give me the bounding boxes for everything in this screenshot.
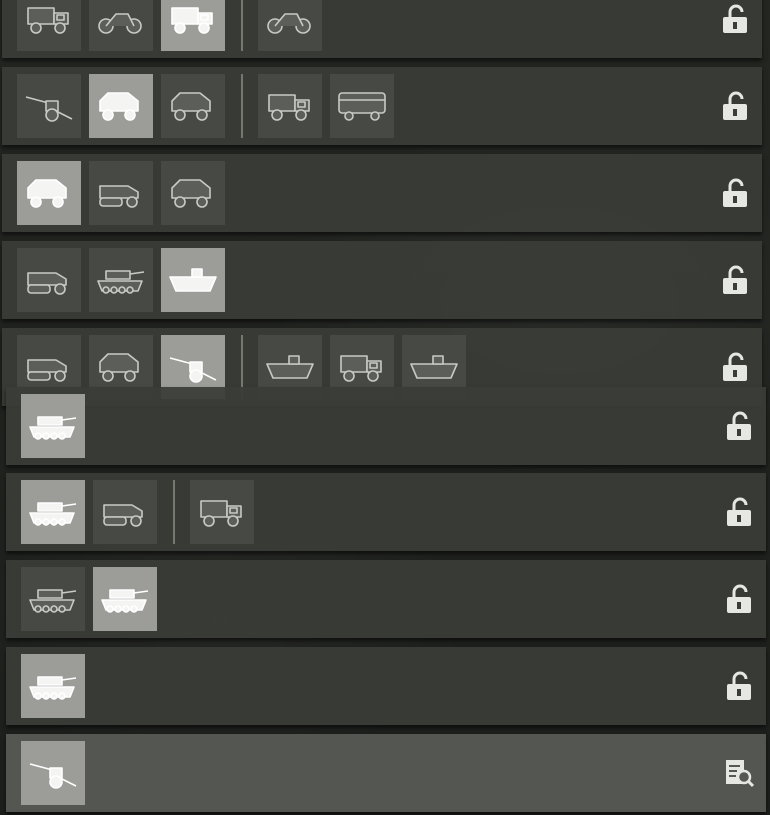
group-divider [241, 0, 243, 51]
vehicle-row[interactable] [6, 560, 766, 638]
vehicle-tile[interactable] [161, 0, 225, 51]
unlocked-lock-icon [726, 671, 752, 701]
vehicle-row[interactable] [2, 67, 762, 145]
unlocked-lock-icon [726, 584, 752, 614]
vehicle-tile[interactable] [89, 248, 153, 312]
antitank-gun-icon [169, 357, 217, 383]
unlocked-lock-icon [722, 178, 748, 208]
motorcycle-sidecar-icon [267, 13, 311, 34]
amphibious-carrier-icon [169, 268, 217, 292]
vehicle-tile[interactable] [21, 741, 85, 805]
motorcycle-icon [98, 13, 142, 34]
field-gun-icon [25, 96, 73, 122]
vehicle-row[interactable] [2, 241, 762, 319]
vehicle-tile[interactable] [89, 74, 153, 138]
vehicle-tile[interactable] [17, 248, 81, 312]
light-tank-icon [29, 589, 77, 613]
vehicle-tile[interactable] [89, 0, 153, 51]
vehicle-tile[interactable] [161, 248, 225, 312]
medium-tank-icon [101, 589, 149, 613]
amphibious-tank-icon [29, 502, 77, 526]
vehicle-tile[interactable] [17, 74, 81, 138]
armored-car-icon [99, 92, 139, 121]
landing-craft-icon [266, 355, 314, 379]
light-tank-icon [29, 416, 77, 440]
halftrack-icon [103, 504, 143, 527]
vehicle-tile[interactable] [21, 394, 85, 458]
supply-truck-icon [268, 94, 310, 121]
vehicle-row[interactable] [6, 387, 766, 465]
unlocked-lock-icon [722, 4, 748, 34]
research-document-icon[interactable] [724, 758, 755, 788]
halftrack-icon [27, 272, 67, 295]
vehicle-tile[interactable] [93, 480, 157, 544]
vehicle-row[interactable] [2, 0, 762, 58]
armored-truck-icon [27, 7, 69, 34]
vehicle-tile[interactable] [258, 74, 322, 138]
vehicle-tile[interactable] [190, 480, 254, 544]
vehicle-row[interactable] [2, 154, 762, 232]
vehicle-tile[interactable] [17, 161, 81, 225]
vehicle-tile[interactable] [161, 161, 225, 225]
vehicle-tile[interactable] [93, 567, 157, 631]
vehicle-tile[interactable] [89, 161, 153, 225]
cargo-truck-icon [171, 7, 213, 34]
unlocked-lock-icon [722, 352, 748, 382]
artillery-gun-icon [29, 763, 77, 789]
armored-car-icon [171, 179, 211, 208]
group-divider [173, 480, 175, 544]
vehicle-tile[interactable] [258, 0, 322, 51]
unlocked-lock-icon [726, 497, 752, 527]
vehicle-tile[interactable] [330, 74, 394, 138]
unlocked-lock-icon [722, 265, 748, 295]
vehicle-tile[interactable] [21, 654, 85, 718]
bus-icon [338, 92, 386, 121]
tracked-truck-icon [200, 500, 242, 527]
vehicle-tile[interactable] [21, 567, 85, 631]
tracked-carrier-icon [99, 185, 139, 208]
vehicle-row[interactable] [6, 647, 766, 725]
unlocked-lock-icon [726, 411, 752, 441]
vehicle-row[interactable] [6, 734, 766, 812]
vehicle-tile[interactable] [21, 480, 85, 544]
group-divider [241, 74, 243, 138]
scout-car-icon [171, 92, 211, 121]
ambulance-truck-icon [340, 355, 382, 382]
vehicle-tile[interactable] [161, 74, 225, 138]
vehicle-row[interactable] [6, 473, 766, 551]
jeep-icon [27, 179, 67, 208]
landing-boat-icon [410, 355, 458, 379]
assault-gun-icon [29, 676, 77, 700]
halftrack-icon [27, 359, 67, 382]
light-tank-icon [97, 270, 145, 294]
vehicle-tile[interactable] [17, 0, 81, 51]
armored-car-icon [99, 353, 139, 382]
unlocked-lock-icon [722, 91, 748, 121]
